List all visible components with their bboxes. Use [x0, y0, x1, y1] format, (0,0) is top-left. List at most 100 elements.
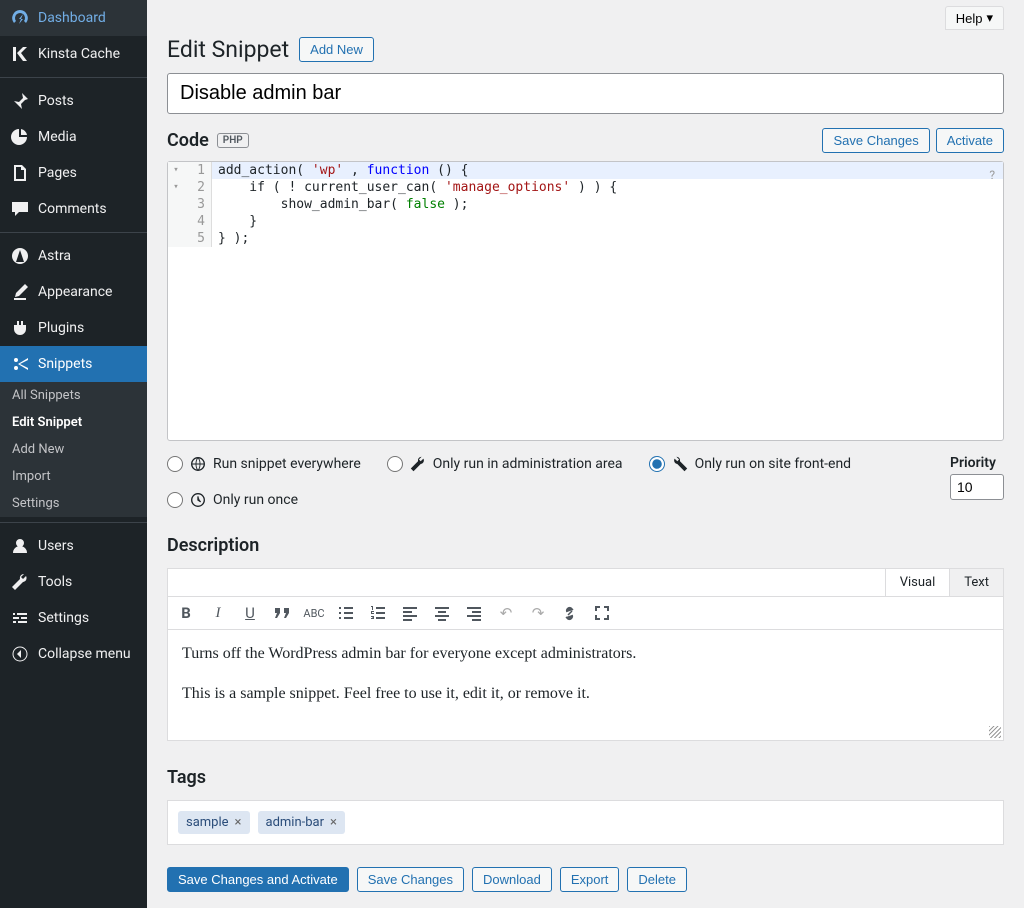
- tag-remove-icon[interactable]: ×: [235, 815, 242, 830]
- redo-icon[interactable]: ↷: [528, 603, 548, 623]
- sidebar-item-label: Users: [38, 538, 74, 554]
- scope-label: Only run on site front-end: [695, 456, 852, 472]
- submenu-item-import[interactable]: Import: [0, 463, 147, 490]
- page-title: Edit Snippet: [167, 36, 289, 63]
- priority-input[interactable]: [950, 474, 1004, 500]
- sidebar-item-label: Comments: [38, 201, 107, 217]
- scope-label: Only run once: [213, 492, 298, 508]
- sidebar-item-label: Settings: [38, 610, 89, 626]
- editor-toolbar: B I U ABC ↶ ↷: [168, 597, 1003, 630]
- sidebar-item-settings[interactable]: Settings: [0, 600, 147, 636]
- align-center-icon[interactable]: [432, 603, 452, 623]
- language-badge: PHP: [217, 133, 249, 148]
- tools-icon: [10, 572, 30, 592]
- dashboard-icon: [10, 8, 30, 28]
- resize-handle[interactable]: [989, 726, 1001, 738]
- bullet-list-icon[interactable]: [336, 603, 356, 623]
- save-and-activate-button[interactable]: Save Changes and Activate: [167, 867, 349, 892]
- sidebar-item-label: Snippets: [38, 356, 92, 372]
- scope-radio[interactable]: [167, 456, 183, 472]
- sidebar-item-comments[interactable]: Comments: [0, 191, 147, 227]
- tag: sample ×: [178, 811, 250, 834]
- editor-content[interactable]: Turns off the WordPress admin bar for ev…: [168, 630, 1003, 740]
- save-changes-button[interactable]: Save Changes: [822, 128, 929, 153]
- scope-option[interactable]: Only run on site front-end: [649, 455, 852, 473]
- activate-button[interactable]: Activate: [936, 128, 1004, 153]
- scissors-icon: [10, 354, 30, 374]
- underline-icon[interactable]: U: [240, 603, 260, 623]
- align-left-icon[interactable]: [400, 603, 420, 623]
- number-list-icon[interactable]: [368, 603, 388, 623]
- comments-icon: [10, 199, 30, 219]
- tags-label: Tags: [167, 767, 1004, 788]
- scope-radio[interactable]: [167, 492, 183, 508]
- tag: admin-bar×: [258, 811, 345, 834]
- code-editor[interactable]: ▾1add_action( 'wp' , function () {▾2 if …: [167, 161, 1004, 441]
- submenu-item-settings[interactable]: Settings: [0, 490, 147, 517]
- sidebar-item-snippets[interactable]: Snippets: [0, 346, 147, 382]
- tag-remove-icon[interactable]: ×: [330, 815, 337, 830]
- sidebar-item-collapse-menu[interactable]: Collapse menu: [0, 636, 147, 672]
- sidebar-item-plugins[interactable]: Plugins: [0, 310, 147, 346]
- help-button[interactable]: Help▾: [945, 6, 1004, 30]
- sidebar-item-media[interactable]: Media: [0, 119, 147, 155]
- sidebar-item-label: Pages: [38, 165, 77, 181]
- scope-label: Run snippet everywhere: [213, 456, 361, 472]
- submenu-item-all-snippets[interactable]: All Snippets: [0, 382, 147, 409]
- sidebar-item-label: Plugins: [38, 320, 84, 336]
- tags-box[interactable]: sample×admin-bar×: [167, 800, 1004, 845]
- admin-sidebar: Dashboard Kinsta Cache PostsMedia Pages Comm…: [0, 0, 147, 908]
- scope-radio[interactable]: [387, 456, 403, 472]
- sidebar-item-tools[interactable]: Tools: [0, 564, 147, 600]
- sidebar-item-astra[interactable]: Astra: [0, 238, 147, 274]
- delete-button[interactable]: Delete: [627, 867, 687, 892]
- code-help-icon[interactable]: ?: [989, 168, 995, 182]
- scope-option[interactable]: Run snippet everywhere: [167, 455, 361, 473]
- scope-radio[interactable]: [649, 456, 665, 472]
- submenu-item-add-new[interactable]: Add New: [0, 436, 147, 463]
- brush-icon: [10, 282, 30, 302]
- kinsta-icon: [10, 44, 30, 64]
- media-icon: [10, 127, 30, 147]
- sidebar-item-label: Collapse menu: [38, 646, 131, 662]
- sidebar-item-label: Appearance: [38, 284, 112, 300]
- submenu-item-edit-snippet[interactable]: Edit Snippet: [0, 409, 147, 436]
- wrench-angled-icon: [671, 455, 689, 473]
- sidebar-item-label: Kinsta Cache: [38, 46, 120, 62]
- clock-icon: [189, 491, 207, 509]
- download-button[interactable]: Download: [472, 867, 552, 892]
- link-icon[interactable]: [560, 603, 580, 623]
- users-icon: [10, 536, 30, 556]
- fullscreen-icon[interactable]: [592, 603, 612, 623]
- sidebar-item-pages[interactable]: Pages: [0, 155, 147, 191]
- sidebar-item-label: Tools: [38, 574, 72, 590]
- tag-label: sample: [186, 815, 229, 830]
- quote-icon[interactable]: [272, 603, 292, 623]
- strikethrough-icon[interactable]: ABC: [304, 603, 324, 623]
- sidebar-item-posts[interactable]: Posts: [0, 83, 147, 119]
- export-button[interactable]: Export: [560, 867, 620, 892]
- code-label: Code: [167, 130, 209, 151]
- description-label: Description: [167, 535, 1004, 556]
- sidebar-item-users[interactable]: Users: [0, 528, 147, 564]
- editor-paragraph: This is a sample snippet. Feel free to u…: [182, 682, 989, 706]
- undo-icon[interactable]: ↶: [496, 603, 516, 623]
- save-button[interactable]: Save Changes: [357, 867, 464, 892]
- sidebar-item-label: Dashboard: [38, 10, 106, 26]
- align-right-icon[interactable]: [464, 603, 484, 623]
- snippet-title-input[interactable]: [167, 73, 1004, 114]
- tab-text[interactable]: Text: [949, 569, 1003, 596]
- sidebar-item-dashboard[interactable]: Dashboard: [0, 0, 147, 36]
- scope-option[interactable]: Only run in administration area: [387, 455, 623, 473]
- description-editor: Visual Text B I U ABC ↶ ↷ Turns off: [167, 568, 1004, 741]
- chevron-down-icon: ▾: [986, 10, 993, 26]
- scope-option[interactable]: Only run once: [167, 491, 298, 509]
- scope-label: Only run in administration area: [433, 456, 623, 472]
- italic-icon[interactable]: I: [208, 603, 228, 623]
- sidebar-item-kinsta-cache[interactable]: Kinsta Cache: [0, 36, 147, 72]
- sidebar-item-appearance[interactable]: Appearance: [0, 274, 147, 310]
- wrench-icon: [409, 455, 427, 473]
- bold-icon[interactable]: B: [176, 603, 196, 623]
- add-new-button[interactable]: Add New: [299, 37, 374, 62]
- tab-visual[interactable]: Visual: [885, 569, 950, 596]
